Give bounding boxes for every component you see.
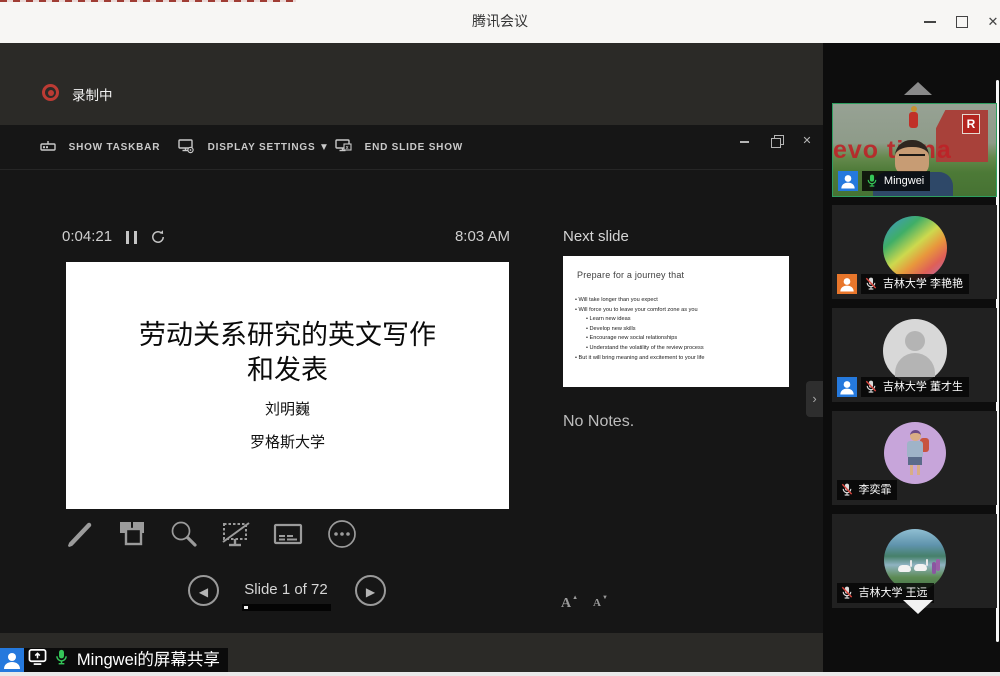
- preview-title: Prepare for a journey that: [577, 270, 684, 280]
- presenter-minimize-button[interactable]: [733, 131, 757, 151]
- scroll-up-arrow[interactable]: [904, 82, 932, 95]
- participant-name: Mingwei: [884, 175, 924, 187]
- mic-muted-icon: [864, 276, 878, 291]
- title-bar: 腾讯会议 ✕: [0, 0, 1000, 43]
- mic-on-icon: [53, 648, 70, 666]
- next-slide-heading: Next slide: [563, 228, 629, 245]
- taskbar-icon: [40, 140, 56, 154]
- magnifier-icon: [168, 518, 200, 550]
- black-screen-button[interactable]: [220, 518, 254, 552]
- participant-name: 吉林大学 李艳艳: [883, 278, 963, 290]
- display-settings-label: DISPLAY SETTINGS ▼: [208, 142, 330, 153]
- end-slide-show-icon: x: [335, 139, 352, 154]
- next-slide-button[interactable]: ▶: [355, 575, 386, 606]
- participant-tile-wangyuan[interactable]: 吉林大学 王远: [832, 514, 997, 608]
- presenter-view-window: SHOW TASKBAR DISPLAY SETTINGS ▼ x END SL…: [0, 125, 823, 633]
- preview-bullet: Will take longer than you expect: [575, 296, 783, 306]
- participants-sidebar: evo tiona Mingwei: [823, 43, 1000, 676]
- captions-icon: [272, 518, 304, 550]
- avatar: [884, 529, 946, 591]
- participant-tile-liyanyan[interactable]: 吉林大学 李艳艳: [832, 205, 997, 299]
- recording-indicator: 录制中: [0, 75, 823, 111]
- app-window: 腾讯会议 ✕ 录制中 SHOW TASKBAR DISPLAY SETTINGS…: [0, 0, 1000, 676]
- preview-bullet: Will force you to leave your comfort zon…: [575, 306, 783, 316]
- clock-time: 8:03 AM: [455, 228, 510, 245]
- slide-author: 刘明巍: [66, 398, 509, 419]
- pen-tool-button[interactable]: [64, 518, 98, 552]
- participant-tile-liyifei[interactable]: 李奕霏: [832, 411, 997, 505]
- preview-bullets: Will take longer than you expect Will fo…: [575, 296, 783, 363]
- preview-bullet: But it will bring meaning and excitement…: [575, 354, 783, 364]
- mic-on-icon: [865, 173, 879, 188]
- window-bottom-edge: [0, 672, 1000, 676]
- presenter-restore-button[interactable]: [765, 131, 789, 151]
- more-options-button[interactable]: [326, 518, 360, 552]
- restart-timer-icon[interactable]: [150, 229, 166, 250]
- slide-progress-bar: [242, 604, 331, 611]
- participant-badge-icon: [837, 274, 857, 294]
- presenter-toolbar: SHOW TASKBAR DISPLAY SETTINGS ▼ x END SL…: [0, 125, 823, 170]
- participant-tile-mingwei[interactable]: evo tiona Mingwei: [832, 103, 997, 197]
- mic-muted-icon: [864, 379, 878, 394]
- svg-text:x: x: [346, 145, 350, 151]
- participant-badge-icon: [837, 377, 857, 397]
- avatar: [883, 319, 947, 383]
- slide-grid-icon: [116, 518, 148, 550]
- display-settings-button[interactable]: DISPLAY SETTINGS ▼: [178, 125, 330, 170]
- window-title: 腾讯会议: [0, 0, 1000, 43]
- slide-title: 劳动关系研究的英文写作 和发表: [66, 318, 509, 388]
- show-taskbar-button[interactable]: SHOW TASKBAR: [40, 125, 160, 170]
- mic-muted-icon: [840, 585, 854, 600]
- panel-expander-chevron[interactable]: ›: [806, 381, 823, 417]
- participant-name: 吉林大学 王远: [858, 587, 927, 599]
- timer-row: 0:04:21 8:03 AM: [0, 228, 510, 252]
- next-slide-preview[interactable]: Prepare for a journey that Will take lon…: [563, 256, 789, 387]
- preview-bullet: Develop new skills: [586, 325, 783, 335]
- notes-text: No Notes.: [563, 413, 634, 431]
- slide-affiliation: 罗格斯大学: [66, 431, 509, 452]
- notes-font-buttons: A▲ A▼: [561, 595, 621, 615]
- elapsed-time: 0:04:21: [62, 228, 112, 245]
- recording-label: 录制中: [72, 84, 113, 104]
- display-settings-icon: [178, 139, 195, 154]
- increase-font-button[interactable]: A▲: [561, 595, 578, 612]
- avatar: [883, 216, 947, 280]
- next-arrow-icon: ▶: [366, 585, 375, 599]
- participant-name: 李奕霏: [858, 484, 891, 496]
- video-person-glasses: [899, 154, 925, 161]
- mic-muted-icon: [840, 482, 854, 497]
- slide-navigation: ◀ Slide 1 of 72 ▶: [180, 573, 392, 615]
- see-all-slides-button[interactable]: [116, 518, 150, 552]
- decrease-font-button[interactable]: A▼: [593, 595, 608, 609]
- shared-screen: 录制中 SHOW TASKBAR DISPLAY SETTINGS ▼ x EN…: [0, 43, 823, 676]
- pen-icon: [64, 518, 96, 550]
- participant-badge-icon: [838, 171, 858, 191]
- show-taskbar-label: SHOW TASKBAR: [69, 142, 161, 153]
- ellipsis-icon: [326, 518, 358, 550]
- avatar: [884, 422, 946, 484]
- minimize-button[interactable]: [914, 0, 948, 43]
- screen-share-icon: [28, 648, 47, 666]
- pause-timer-icon[interactable]: [126, 231, 137, 244]
- preview-bullet: Learn new ideas: [586, 315, 783, 325]
- screen-share-label: Mingwei的屏幕共享: [77, 648, 220, 672]
- current-slide[interactable]: 劳动关系研究的英文写作 和发表 刘明巍 罗格斯大学: [66, 262, 509, 509]
- video-mascot: [909, 112, 918, 128]
- recording-icon: [42, 84, 59, 101]
- subtitles-button[interactable]: [272, 518, 306, 552]
- participant-tile-dongcaisheng[interactable]: 吉林大学 董才生: [832, 308, 997, 402]
- participant-name: 吉林大学 董才生: [883, 381, 963, 393]
- presenter-close-button[interactable]: ✕: [795, 131, 819, 151]
- blank-screen-icon: [220, 518, 252, 550]
- zoom-slide-button[interactable]: [168, 518, 202, 552]
- presenter-badge-icon: [0, 648, 24, 672]
- end-slide-show-label: END SLIDE SHOW: [365, 142, 463, 153]
- preview-bullet: Understand the volatility of the review …: [586, 344, 783, 354]
- close-button[interactable]: ✕: [976, 0, 1000, 43]
- end-slide-show-button[interactable]: x END SLIDE SHOW: [335, 125, 463, 170]
- preview-bullet: Encourage new social relationships: [586, 334, 783, 344]
- maximize-button[interactable]: [946, 0, 980, 43]
- scroll-down-arrow[interactable]: [903, 600, 933, 614]
